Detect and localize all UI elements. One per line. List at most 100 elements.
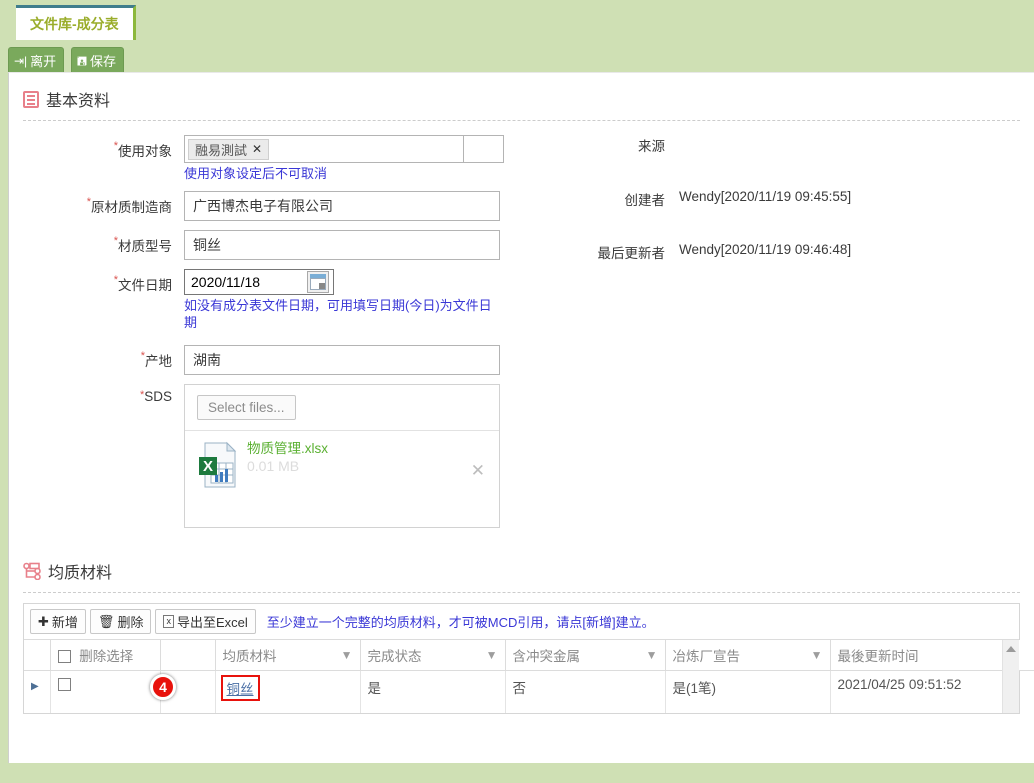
col-material[interactable]: 均质材料 ▼ <box>215 640 361 671</box>
file-item: X 物质管理.xlsx 0.01 MB <box>197 441 487 491</box>
meta-last-updater: 最后更新者 Wendy[2020/11/19 09:46:48] <box>569 242 1029 262</box>
row-checkbox[interactable] <box>57 678 71 691</box>
material-section-divider <box>23 592 1020 593</box>
field-sds: *SDS Select files... X 物质管理.xlsx 0.01 MB… <box>9 384 1034 528</box>
tab-document-library-composition[interactable]: 文件库-成分表 <box>16 5 136 40</box>
filter-icon[interactable]: ▼ <box>486 648 498 662</box>
file-date-input[interactable] <box>184 269 302 295</box>
export-excel-button-label: 导出至Excel <box>176 615 248 630</box>
leave-button-label: 离开 <box>30 54 57 69</box>
filter-icon[interactable]: ▼ <box>811 648 823 662</box>
filter-icon[interactable]: ▼ <box>646 648 658 662</box>
meta-creator: 创建者 Wendy[2020/11/19 09:45:55] <box>569 189 1029 209</box>
material-section-header: 均质材料 <box>9 537 1034 583</box>
row-select-cell[interactable] <box>50 670 161 713</box>
main-toolbar: ⇥| 离开 🖪 保存 <box>0 40 1034 75</box>
plus-icon: ✚ <box>38 613 49 629</box>
export-excel-button[interactable]: x 导出至Excel <box>155 609 256 634</box>
col-spacer <box>160 640 216 671</box>
save-icon: 🖪 <box>76 53 88 68</box>
model-input[interactable] <box>184 230 500 260</box>
col-delete-select-label: 删除选择 <box>79 649 134 664</box>
file-date-hint: 如没有成分表文件日期，可用填写日期(今日)为文件日期 <box>184 298 492 330</box>
table-row[interactable]: ▶ 铜丝 是 否 是(1笔) 2021/04/25 09:51:52 <box>24 670 1034 713</box>
select-all-checkbox[interactable] <box>57 650 71 663</box>
col-conflict-metal[interactable]: 含冲突金属 ▼ <box>505 640 666 671</box>
grid-toolbar: ✚ 新增 🗑 删除 x 导出至Excel 至少建立一个完整的均质材料，才可被MC… <box>24 604 1019 640</box>
manufacturer-label: *原材质制造商 <box>86 196 172 215</box>
meta-last-updater-value: Wendy[2020/11/19 09:46:48] <box>679 242 852 257</box>
usage-object-tag-input[interactable]: 融易測試 ✕ <box>184 135 504 163</box>
origin-label: *产地 <box>140 350 172 369</box>
row-status-cell: 是 <box>360 670 506 713</box>
expand-arrow-icon[interactable]: ▶ <box>31 681 39 692</box>
tag-remove-icon[interactable]: ✕ <box>252 142 262 156</box>
file-meta: 物质管理.xlsx 0.01 MB <box>247 441 328 474</box>
row-expand-cell[interactable]: ▶ <box>24 670 51 713</box>
tag-picker-button[interactable] <box>464 135 504 163</box>
material-table: 删除选择 均质材料 ▼ 完成状态 ▼ 含冲突金属 ▼ 冶炼厂宣告 ▼ 最後更新时… <box>24 640 1034 713</box>
grid-body: 删除选择 均质材料 ▼ 完成状态 ▼ 含冲突金属 ▼ 冶炼厂宣告 ▼ 最後更新时… <box>24 640 1034 713</box>
grid-note: 至少建立一个完整的均质材料，才可被MCD引用，请点[新增]建立。 <box>266 615 655 630</box>
list-icon <box>23 90 39 108</box>
file-date-label: *文件日期 <box>113 274 172 293</box>
content-card: 基本资料 *使用对象 融易測試 ✕ 使用对象设定后不可取消 *原材质制造商 广西… <box>8 72 1034 763</box>
col-conflict-metal-label: 含冲突金属 <box>512 649 581 664</box>
meta-source-label: 来源 <box>638 139 665 154</box>
meta-last-updater-label: 最后更新者 <box>597 246 666 261</box>
file-size: 0.01 MB <box>247 458 300 474</box>
calendar-icon[interactable] <box>307 271 329 293</box>
model-label: *材质型号 <box>113 235 172 254</box>
basic-info-form: *使用对象 融易測試 ✕ 使用对象设定后不可取消 *原材质制造商 广西博杰电子有… <box>9 121 1034 528</box>
col-status-label: 完成状态 <box>367 649 422 664</box>
add-button-label: 新增 <box>51 615 78 630</box>
excel-file-icon: X <box>197 441 239 491</box>
material-link[interactable]: 铜丝 <box>227 682 254 697</box>
add-button[interactable]: ✚ 新增 <box>30 609 86 634</box>
usage-object-label: *使用对象 <box>113 140 172 159</box>
file-name[interactable]: 物质管理.xlsx <box>247 441 328 456</box>
meta-source: 来源 <box>569 135 1029 155</box>
origin-input[interactable] <box>184 345 500 375</box>
save-button-label: 保存 <box>90 54 117 69</box>
leave-button[interactable]: ⇥| 离开 <box>8 47 65 75</box>
delete-button[interactable]: 🗑 删除 <box>89 609 152 634</box>
tag-chip: 融易測試 ✕ <box>188 138 270 160</box>
tab-bar: 文件库-成分表 <box>0 0 1034 40</box>
row-smelter-declaration-cell: 是(1笔) <box>665 670 831 713</box>
col-expand <box>24 640 51 671</box>
annotation-badge-4: 4 <box>150 674 176 700</box>
svg-text:X: X <box>203 458 213 475</box>
row-conflict-metal-cell: 否 <box>505 670 666 713</box>
field-origin: *产地 <box>9 345 1034 375</box>
exit-icon: ⇥| <box>14 53 28 68</box>
usage-object-hint: 使用对象设定后不可取消 <box>184 166 328 181</box>
material-section-title: 均质材料 <box>48 565 113 582</box>
file-date-control <box>184 269 502 295</box>
table-header-row: 删除选择 均质材料 ▼ 完成状态 ▼ 含冲突金属 ▼ 冶炼厂宣告 ▼ 最後更新时… <box>24 640 1034 671</box>
col-smelter-declaration[interactable]: 冶炼厂宣告 ▼ <box>665 640 831 671</box>
select-files-button[interactable]: Select files... <box>197 395 296 420</box>
remove-file-icon[interactable]: ✕ <box>471 461 485 481</box>
row-material-cell[interactable]: 铜丝 <box>215 670 361 713</box>
excel-export-icon: x <box>163 615 174 628</box>
tab-label: 文件库-成分表 <box>30 16 119 32</box>
grid-vertical-scrollbar[interactable] <box>1002 640 1019 713</box>
trash-icon: 🗑 <box>97 613 115 629</box>
scroll-up-arrow-icon[interactable] <box>1006 646 1016 652</box>
save-button[interactable]: 🖪 保存 <box>70 47 125 75</box>
sds-uploader-header: Select files... <box>185 385 499 431</box>
delete-button-label: 删除 <box>117 615 144 630</box>
col-delete-select[interactable]: 删除选择 <box>50 640 161 671</box>
meta-creator-label: 创建者 <box>624 193 666 208</box>
col-smelter-declaration-label: 冶炼厂宣告 <box>672 649 741 664</box>
sds-label: *SDS <box>139 389 172 404</box>
sds-uploader: Select files... X 物质管理.xlsx 0.01 MB ✕ <box>184 384 500 528</box>
filter-icon[interactable]: ▼ <box>341 648 353 662</box>
manufacturer-input[interactable] <box>184 191 500 221</box>
tag-box[interactable]: 融易測試 ✕ <box>184 135 464 163</box>
col-status[interactable]: 完成状态 ▼ <box>360 640 506 671</box>
tag-label: 融易測試 <box>195 142 248 158</box>
basic-info-title: 基本资料 <box>46 93 111 110</box>
material-link-highlight: 铜丝 <box>220 675 260 701</box>
